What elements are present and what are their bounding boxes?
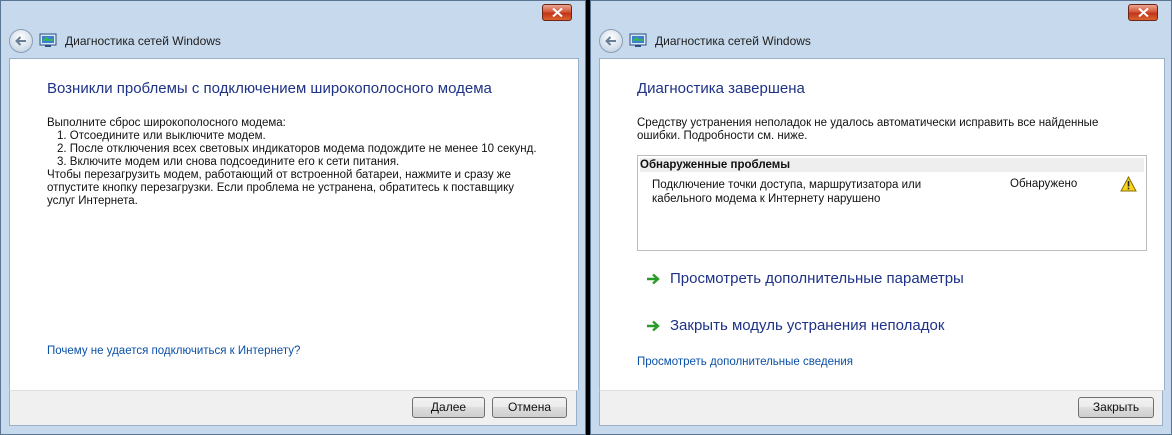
view-advanced-options-link[interactable]: Просмотреть дополнительные параметры [646, 270, 964, 287]
next-button[interactable]: Далее [412, 397, 485, 418]
window-title: Диагностика сетей Windows [655, 34, 811, 48]
next-button-mnemonic: Д [430, 400, 440, 414]
instruction-step: 1. Отсоедините или выключите модем. [57, 130, 266, 142]
green-arrow-icon [647, 320, 660, 332]
back-arrow-icon [605, 36, 616, 46]
help-link[interactable]: Почему не удается подключиться к Интерне… [47, 345, 300, 357]
green-arrow-icon [647, 273, 660, 285]
problem-description-line: кабельного модема к Интернету нарушено [652, 193, 881, 205]
content-pane: Возникли проблемы с подключением широкоп… [9, 58, 579, 390]
back-button[interactable] [599, 29, 623, 53]
next-button-label: алее [439, 400, 467, 414]
instructions-intro: Выполните сброс широкополосного модема: [47, 117, 286, 129]
problems-title: Обнаруженные проблемы [640, 158, 1144, 172]
content-pane: Диагностика завершена Средству устранени… [599, 58, 1165, 390]
back-arrow-icon [15, 36, 26, 46]
button-bar: Закрыть [599, 390, 1163, 426]
window-close-button[interactable] [1128, 4, 1158, 21]
page-heading: Диагностика завершена [637, 80, 805, 97]
button-bar: Далее Отмена [9, 390, 577, 426]
close-icon [1138, 8, 1149, 17]
summary-line: Средству устранения неполадок не удалось… [637, 117, 1099, 129]
problem-status: Обнаружено [1010, 178, 1078, 190]
wizard-window-right: Диагностика сетей Windows Диагностика за… [590, 0, 1172, 435]
cancel-button[interactable]: Отмена [492, 397, 567, 418]
back-button[interactable] [9, 29, 33, 53]
window-title: Диагностика сетей Windows [65, 34, 221, 48]
instruction-step: 3. Включите модем или снова подсоедините… [57, 156, 400, 168]
close-button[interactable]: Закрыть [1078, 397, 1154, 418]
wizard-window-left: Диагностика сетей Windows Возникли пробл… [0, 0, 586, 435]
close-icon [552, 8, 563, 17]
network-diagnostics-icon [39, 33, 57, 47]
network-diagnostics-icon [629, 33, 647, 47]
problem-description-line: Подключение точки доступа, маршрутизатор… [652, 179, 922, 191]
warning-icon [1120, 176, 1137, 192]
instruction-step: 2. После отключения всех световых индика… [57, 143, 537, 155]
instructions-note-line: отпустите кнопку перезагрузки. Если проб… [47, 182, 514, 194]
option-label: Закрыть модуль устранения неполадок [670, 317, 945, 334]
problem-description: Подключение точки доступа, маршрутизатор… [652, 178, 972, 206]
window-close-button[interactable] [542, 4, 572, 21]
instructions-note-line: Чтобы перезагрузить модем, работающий от… [47, 169, 511, 181]
page-heading: Возникли проблемы с подключением широкоп… [47, 80, 492, 97]
instructions-note-line: услуг Интернета. [47, 195, 138, 207]
window-header: Диагностика сетей Windows [1, 23, 585, 57]
close-troubleshooter-link[interactable]: Закрыть модуль устранения неполадок [646, 317, 944, 334]
summary-line: ошибки. Подробности см. ниже. [637, 130, 808, 142]
window-header: Диагностика сетей Windows [591, 23, 1171, 57]
problems-panel: Обнаруженные проблемы Подключение точки … [637, 155, 1147, 251]
option-label: Просмотреть дополнительные параметры [670, 270, 964, 287]
view-details-link[interactable]: Просмотреть дополнительные сведения [637, 356, 853, 368]
